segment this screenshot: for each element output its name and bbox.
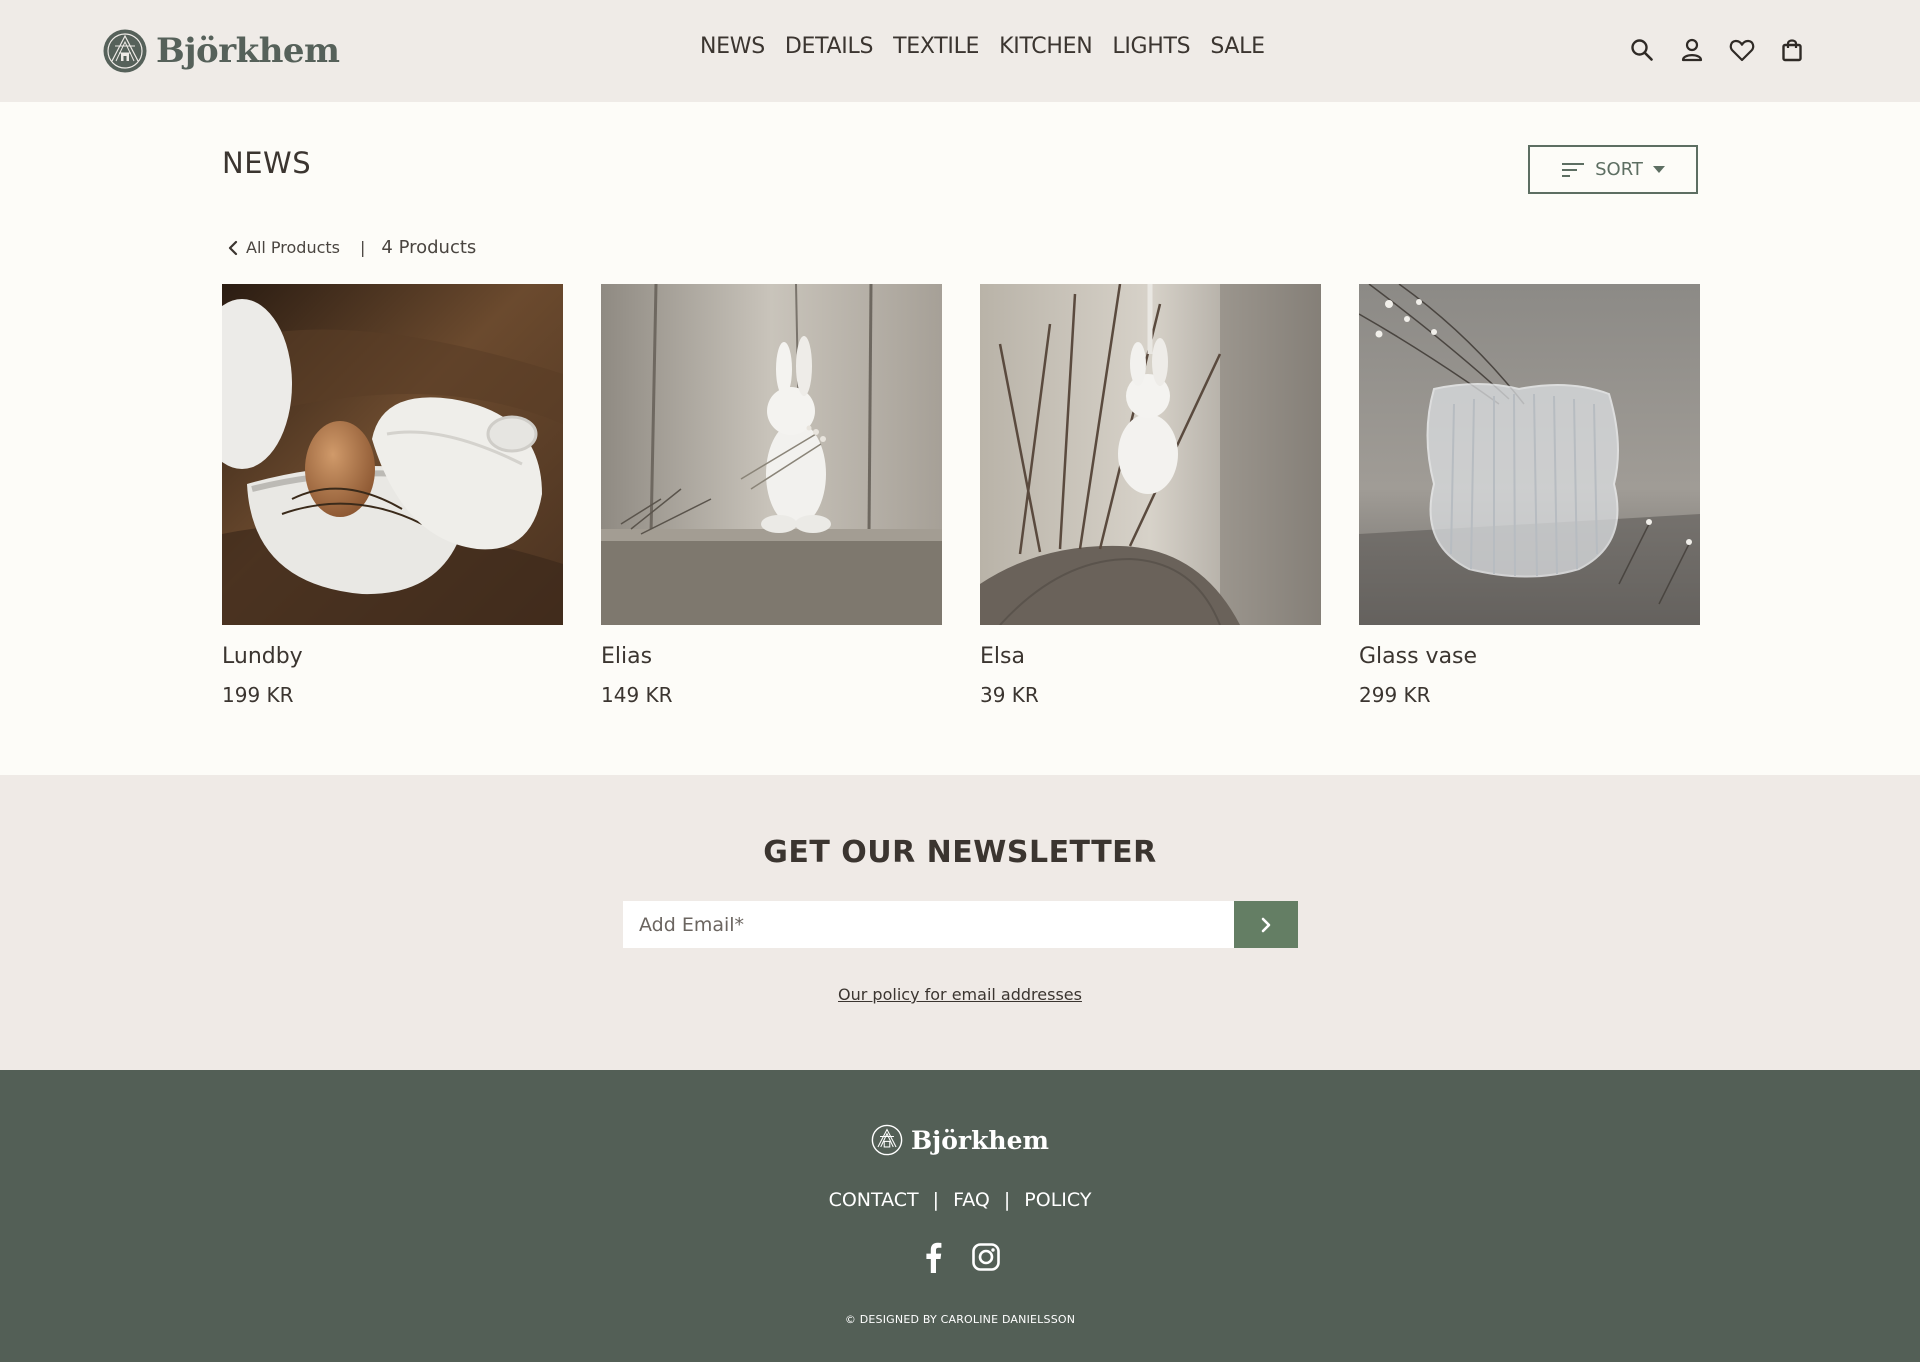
search-icon[interactable] [1628, 36, 1656, 64]
newsletter-policy: Our policy for email addresses [0, 985, 1920, 1004]
page-title: NEWS [222, 146, 312, 180]
footer-separator: | [932, 1189, 940, 1211]
newsletter-submit-button[interactable] [1234, 901, 1298, 948]
header-actions [1628, 36, 1806, 64]
breadcrumb-separator: | [360, 238, 366, 257]
facebook-icon[interactable] [919, 1241, 949, 1273]
breadcrumb: All Products | 4 Products [228, 237, 476, 258]
product-price: 39 KR [980, 683, 1039, 707]
sort-button[interactable]: SORT [1528, 145, 1698, 194]
instagram-icon[interactable] [971, 1241, 1001, 1273]
footer-link-faq[interactable]: FAQ [953, 1189, 990, 1211]
product-grid: Lundby 199 KR Elias 149 KR Elsa 39 KR Gl… [222, 284, 1700, 707]
product-price: 149 KR [601, 683, 673, 707]
product-image-elsa[interactable] [980, 284, 1321, 625]
product-name[interactable]: Elias [601, 644, 942, 669]
chevron-left-icon [228, 240, 238, 255]
nav-item-textile[interactable]: TEXTILE [893, 34, 979, 59]
product-card-elsa[interactable]: Elsa 39 KR [980, 284, 1321, 707]
product-price: 299 KR [1359, 683, 1431, 707]
product-card-glass-vase[interactable]: Glass vase 299 KR [1359, 284, 1700, 707]
shopping-bag-icon[interactable] [1778, 36, 1806, 64]
footer-logo[interactable]: Björkhem [0, 1124, 1920, 1156]
product-name[interactable]: Elsa [980, 644, 1321, 669]
nav-item-sale[interactable]: SALE [1210, 34, 1265, 59]
nav-item-kitchen[interactable]: KITCHEN [999, 34, 1093, 59]
site-header: Björkhem NEWS DETAILS TEXTILE KITCHEN LI… [0, 0, 1920, 102]
nav-item-news[interactable]: NEWS [700, 34, 765, 59]
footer-links: CONTACT | FAQ | POLICY [0, 1189, 1920, 1211]
caret-down-icon [1652, 165, 1665, 173]
product-name[interactable]: Lundby [222, 644, 563, 669]
email-policy-link[interactable]: Our policy for email addresses [838, 985, 1082, 1004]
newsletter-title: GET OUR NEWSLETTER [763, 835, 1157, 870]
sort-lines-icon [1562, 162, 1585, 177]
footer-separator: | [1003, 1189, 1011, 1211]
nav-item-lights[interactable]: LIGHTS [1112, 34, 1190, 59]
rabbit-figurine-photo [601, 284, 942, 625]
newsletter-email-input[interactable] [623, 901, 1234, 948]
product-card-lundby[interactable]: Lundby 199 KR [222, 284, 563, 707]
site-footer: Björkhem CONTACT | FAQ | POLICY © DESIGN… [0, 1070, 1920, 1362]
social-links [0, 1241, 1920, 1273]
logo-emblem-icon [103, 29, 147, 73]
back-label: All Products [246, 238, 341, 257]
newsletter-form [623, 901, 1298, 948]
account-icon[interactable] [1678, 36, 1706, 64]
main-nav: NEWS DETAILS TEXTILE KITCHEN LIGHTS SALE [700, 34, 1265, 59]
site-logo[interactable]: Björkhem [102, 27, 340, 75]
logo-emblem-icon [871, 1124, 903, 1156]
chevron-right-icon [1261, 917, 1271, 932]
product-name[interactable]: Glass vase [1359, 644, 1700, 669]
footer-logo-text: Björkhem [911, 1125, 1049, 1155]
product-price: 199 KR [222, 683, 294, 707]
sort-label: SORT [1595, 159, 1643, 180]
back-to-all-products-link[interactable]: All Products [228, 238, 340, 257]
copyright: © DESIGNED BY CAROLINE DANIELSSON [844, 1313, 1076, 1326]
hanging-rabbit-photo [980, 284, 1321, 625]
nav-item-details[interactable]: DETAILS [785, 34, 874, 59]
egg-cup-photo [222, 284, 563, 625]
wishlist-heart-icon[interactable] [1728, 36, 1756, 64]
newsletter-section: GET OUR NEWSLETTER Our policy for email … [0, 775, 1920, 1070]
product-card-elias[interactable]: Elias 149 KR [601, 284, 942, 707]
glass-vase-photo [1359, 284, 1700, 625]
footer-link-contact[interactable]: CONTACT [829, 1189, 919, 1211]
logo-text: Björkhem [156, 31, 340, 71]
product-image-lundby[interactable] [222, 284, 563, 625]
product-count: 4 Products [381, 237, 477, 258]
product-image-glass-vase[interactable] [1359, 284, 1700, 625]
footer-link-policy[interactable]: POLICY [1024, 1189, 1091, 1211]
product-image-elias[interactable] [601, 284, 942, 625]
